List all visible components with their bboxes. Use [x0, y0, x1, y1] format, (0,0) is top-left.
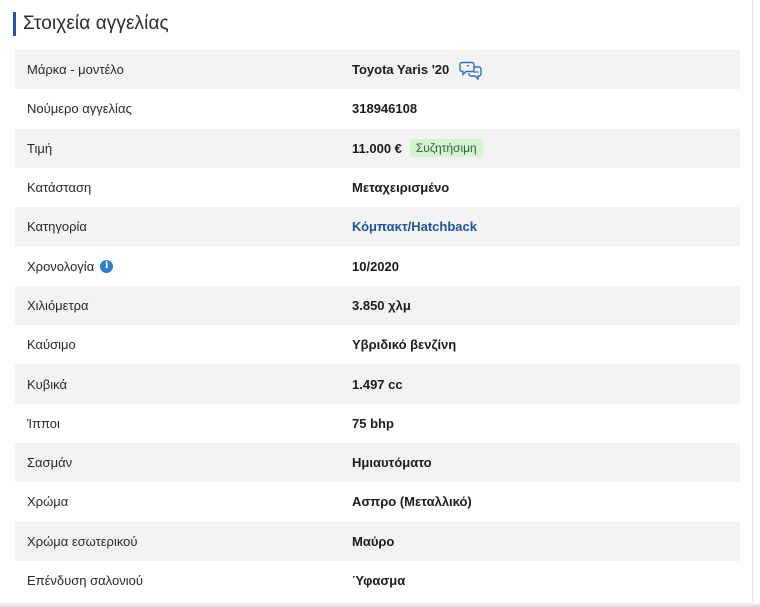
- listing-number-value: 318946108: [352, 101, 418, 117]
- info-icon[interactable]: i: [100, 259, 114, 273]
- detail-row-category: Κατηγορία Κόμπακτ/Hatchback: [15, 207, 740, 247]
- detail-label: Κυβικά: [27, 376, 68, 392]
- category-link[interactable]: Κόμπακτ/Hatchback: [352, 219, 740, 234]
- section-accent-bar: [13, 12, 16, 36]
- detail-label: Τιμή: [27, 140, 53, 156]
- listing-details-page: Στοιχεία αγγελίας Μάρκα - μοντέλο Toyota…: [0, 0, 760, 607]
- detail-label: Κατηγορία: [27, 219, 87, 235]
- detail-row-brand-model: Μάρκα - μοντέλο Toyota Yaris '20: [15, 50, 740, 90]
- detail-row-color: Χρώμα Ασπρο (Μεταλλικό): [15, 482, 740, 521]
- detail-label: Καύσιμο: [27, 337, 76, 353]
- engine-value: 1.497 cc: [352, 376, 403, 392]
- transmission-value: Ημιαυτόματο: [352, 455, 432, 471]
- detail-row-year: Χρονολογία i 10/2020: [15, 246, 740, 285]
- detail-label: Κατάσταση: [27, 180, 92, 196]
- detail-label: Χρονολογία: [27, 258, 95, 274]
- right-divider: [752, 0, 753, 607]
- detail-label: Νούμερο αγγελίας: [27, 101, 132, 117]
- detail-label: Χιλιόμετρα: [27, 297, 89, 313]
- bottom-edge: [0, 602, 760, 607]
- interior-color-value: Μαύρο: [352, 533, 395, 549]
- chat-bubbles-icon[interactable]: [459, 60, 483, 80]
- detail-row-mileage: Χιλιόμετρα 3.850 χλμ: [15, 285, 740, 326]
- fuel-value: Υβριδικό βενζίνη: [352, 337, 457, 353]
- detail-row-transmission: Σασμάν Ημιαυτόματο: [15, 442, 740, 483]
- detail-value-wrapper: Toyota Yaris '20: [352, 60, 740, 80]
- detail-row-price: Τιμή 11.000 € Συζητήσιμη: [15, 128, 740, 168]
- detail-label: Επένδυση σαλονιού: [27, 573, 143, 588]
- detail-row-horsepower: Ίπποι 75 bhp: [15, 404, 740, 443]
- detail-label: Χρώμα: [27, 494, 69, 510]
- condition-value: Μεταχειρισμένο: [352, 180, 450, 196]
- detail-row-engine: Κυβικά 1.497 cc: [15, 364, 740, 404]
- detail-label: Ίπποι: [27, 415, 60, 431]
- detail-row-listing-number: Νούμερο αγγελίας 318946108: [15, 89, 740, 128]
- detail-label: Μάρκα - μοντέλο: [27, 62, 124, 78]
- upholstery-value: Ύφασμα: [352, 573, 406, 588]
- year-value: 10/2020: [352, 258, 399, 274]
- details-table: Μάρκα - μοντέλο Toyota Yaris '20 Νούμερο…: [15, 50, 740, 600]
- horsepower-value: 75 bhp: [352, 415, 394, 431]
- detail-row-condition: Κατάσταση Μεταχειρισμένο: [15, 168, 740, 207]
- color-value: Ασπρο (Μεταλλικό): [352, 494, 472, 510]
- detail-label: Χρώμα εσωτερικού: [27, 533, 138, 549]
- negotiable-badge: Συζητήσιμη: [409, 139, 483, 158]
- section-title: Στοιχεία αγγελίας: [23, 13, 169, 34]
- detail-label-wrapper: Χρονολογία i: [15, 259, 352, 274]
- detail-row-interior-color: Χρώμα εσωτερικού Μαύρο: [15, 521, 740, 561]
- detail-row-fuel: Καύσιμο Υβριδικό βενζίνη: [15, 325, 740, 364]
- detail-value-wrapper: 11.000 € Συζητήσιμη: [352, 139, 740, 158]
- mileage-value: 3.850 χλμ: [352, 297, 411, 313]
- detail-label: Σασμάν: [27, 455, 73, 471]
- detail-row-upholstery: Επένδυση σαλονιού Ύφασμα: [15, 561, 740, 600]
- price-value: 11.000 €: [352, 140, 402, 156]
- section-header: Στοιχεία αγγελίας: [13, 12, 169, 36]
- brand-model-value: Toyota Yaris '20: [352, 62, 450, 78]
